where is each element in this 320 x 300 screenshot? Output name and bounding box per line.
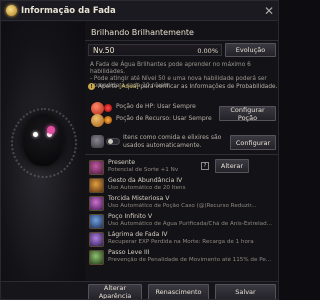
notice-key[interactable]: [Aqua] <box>119 84 138 90</box>
items-icon <box>91 135 104 148</box>
gift-icon <box>89 160 104 175</box>
skill-row[interactable]: Gesto da Abundância IV Uso Automático de… <box>87 177 277 194</box>
skill-desc: Uso Automático de 20 Itens <box>108 185 186 191</box>
rebirth-button[interactable]: Renascimento <box>148 284 209 299</box>
fairy-portrait <box>1 22 85 281</box>
resource-badge-icon <box>104 116 112 124</box>
skill-row[interactable]: Torcida Misteriosa V Uso Automático de P… <box>87 195 277 212</box>
info-icon[interactable]: ? <box>201 162 209 170</box>
resource-potion-icon <box>91 114 104 127</box>
divider <box>85 154 278 155</box>
evolve-button[interactable]: Evolução <box>225 43 276 57</box>
skill-desc: Uso Automático de Água Purificada/Chá de… <box>108 221 272 227</box>
fairy-gem <box>47 126 55 134</box>
skill-row[interactable]: Presente Potencial de Sorte +1 Nv ? Alte… <box>87 159 277 176</box>
skill-name: Gesto da Abundância IV <box>108 177 183 184</box>
close-icon[interactable]: ✕ <box>264 3 274 19</box>
auto-items-text: Itens como comida e elixires são usados … <box>123 134 222 149</box>
fairy-info-window: Informação da Fada ✕ Brilhando Brilhante… <box>0 0 279 300</box>
change-skill-button[interactable]: Alterar <box>215 159 249 173</box>
hp-potion-text: Poção de HP: Usar Sempre <box>116 103 196 110</box>
fairy-figure <box>23 114 63 166</box>
window-title: Informação da Fada <box>21 5 116 16</box>
description-line-1: A Fada de Água Brilhantes pode aprender … <box>90 62 251 75</box>
skill-row[interactable]: Lágrima de Fada IV Recuperar EXP Perdida… <box>87 231 277 248</box>
tear-icon <box>89 232 104 247</box>
skill-desc: Uso Automático de Poção Caso (@)Recurso … <box>108 203 257 209</box>
fairy-title-icon <box>6 5 17 16</box>
footer-bar: Alterar Aparência Renascimento Salvar <box>1 281 278 299</box>
save-button[interactable]: Salvar <box>215 284 276 299</box>
fairy-name: Brilhando Brilhantemente <box>91 28 194 37</box>
skill-row[interactable]: Poço Infinito V Uso Automático de Água P… <box>87 213 277 230</box>
skill-name: Passo Leve III <box>108 249 150 256</box>
skill-desc: Potencial de Sorte +1 Nv <box>108 167 179 173</box>
notice-suffix: para verificar as Informações de Probabi… <box>140 83 278 90</box>
level-bar: Nv.50 0.00% <box>88 44 222 56</box>
skill-row[interactable]: Passo Leve III Prevenção de Penalidade d… <box>87 249 277 266</box>
configure-items-button[interactable]: Configurar <box>230 135 276 150</box>
level-percent: 0.00% <box>197 47 218 55</box>
step-icon <box>89 250 104 265</box>
hand-icon <box>89 178 104 193</box>
skill-desc: Prevenção de Penalidade de Movimento até… <box>108 257 272 263</box>
skill-name: Torcida Misteriosa V <box>108 195 170 202</box>
notice-prefix: Aperte <box>98 83 118 90</box>
cheer-icon <box>89 196 104 211</box>
skill-name: Poço Infinito V <box>108 213 153 220</box>
configure-potion-button[interactable]: Configurar Poção <box>219 106 276 122</box>
level-label: Nv.50 <box>93 46 115 55</box>
fairy-eye-left <box>33 132 38 137</box>
divider <box>85 40 278 41</box>
skill-desc: Recuperar EXP Perdida na Morte: Recarga … <box>108 239 254 245</box>
well-icon <box>89 214 104 229</box>
resource-potion-text: Poção de Recurso: Usar Sempre <box>116 115 212 122</box>
potion-settings: Poção de HP: Usar Sempre Poção de Recurs… <box>88 102 278 128</box>
title-bar[interactable]: Informação da Fada ✕ <box>1 1 278 21</box>
skill-name: Lágrima de Fada IV <box>108 231 168 238</box>
change-appearance-button[interactable]: Alterar Aparência <box>88 284 142 299</box>
probability-notice: ! Aperte [Aqua] para verificar as Inform… <box>88 83 278 90</box>
fairy-details-panel: Brilhando Brilhantemente Nv.50 0.00% Evo… <box>85 22 278 281</box>
auto-items-setting: Itens como comida e elixires são usados … <box>88 132 278 152</box>
hp-badge-icon <box>104 104 112 112</box>
auto-items-toggle[interactable] <box>106 138 120 145</box>
skill-name: Presente <box>108 159 136 166</box>
info-icon: ! <box>88 83 95 90</box>
toggle-knob <box>108 139 113 144</box>
